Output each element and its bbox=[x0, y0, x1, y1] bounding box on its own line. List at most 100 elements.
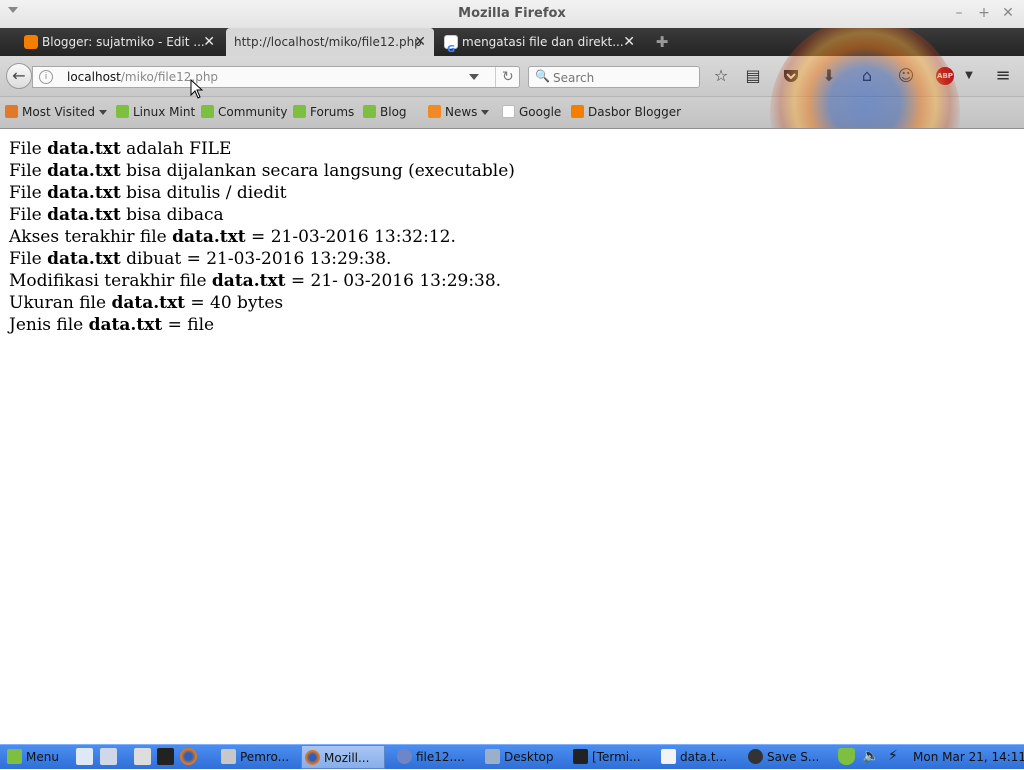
line-suffix: bisa dibaca bbox=[120, 205, 224, 225]
linux-mint-icon bbox=[363, 105, 376, 118]
line-prefix: Ukuran file bbox=[9, 293, 112, 313]
linux-mint-icon bbox=[293, 105, 306, 118]
bookmark-blog[interactable]: Blog bbox=[363, 97, 407, 127]
adblock-plus-icon[interactable]: ABP bbox=[936, 67, 954, 85]
feedback-smiley-icon[interactable]: ☺ bbox=[895, 65, 917, 87]
start-menu-button[interactable]: Menu bbox=[4, 745, 68, 769]
task-data-txt[interactable]: data.t... bbox=[658, 745, 738, 769]
back-button[interactable]: ← bbox=[6, 63, 32, 89]
file-info-line: File data.txt adalah FILE bbox=[9, 138, 1009, 160]
close-tab-icon[interactable]: ✕ bbox=[203, 28, 215, 56]
screenshot-icon bbox=[748, 749, 763, 764]
file-info-line: File data.txt bisa dijalankan secara lan… bbox=[9, 160, 1009, 182]
file-manager-icon[interactable] bbox=[134, 748, 151, 765]
file-info-line: Modifikasi terakhir file data.txt = 21- … bbox=[9, 270, 1009, 292]
reload-icon[interactable]: ↻ bbox=[495, 67, 514, 87]
bookmark-news[interactable]: News bbox=[428, 97, 490, 127]
line-suffix: bisa dijalankan secara langsung (executa… bbox=[120, 161, 515, 181]
task-terminal[interactable]: [Termi... bbox=[570, 745, 650, 769]
line-suffix: = file bbox=[162, 315, 215, 335]
bookmark-dasbor-blogger[interactable]: Dasbor Blogger bbox=[571, 97, 681, 127]
update-manager-shield-icon[interactable] bbox=[838, 748, 855, 765]
bookmark-label: Community bbox=[218, 105, 288, 119]
task-save-screenshot[interactable]: Save S... bbox=[745, 745, 825, 769]
bookmark-label: Most Visited bbox=[22, 105, 96, 119]
adblock-dropdown-icon[interactable]: ▼ bbox=[958, 65, 980, 87]
blogger-icon bbox=[571, 105, 584, 118]
network-icon[interactable]: ⚡ bbox=[888, 748, 905, 765]
system-taskbar: Menu Pemro... Mozill... file12.... Deskt… bbox=[0, 744, 1024, 769]
window-titlebar: Mozilla Firefox – + ✕ bbox=[0, 0, 1024, 29]
search-input[interactable] bbox=[551, 68, 695, 88]
bookmark-linux-mint[interactable]: Linux Mint bbox=[116, 97, 195, 127]
file-info-line: Ukuran file data.txt = 40 bytes bbox=[9, 292, 1009, 314]
task-file12[interactable]: file12.... bbox=[394, 745, 474, 769]
folder-icon bbox=[485, 749, 500, 764]
volume-icon[interactable]: 🔈 bbox=[862, 748, 879, 765]
linux-mint-icon bbox=[7, 749, 22, 764]
minimize-icon[interactable]: – bbox=[952, 6, 966, 20]
home-icon[interactable]: ⌂ bbox=[856, 65, 878, 87]
window-title: Mozilla Firefox bbox=[458, 6, 566, 21]
reading-list-icon[interactable]: ▤ bbox=[742, 65, 764, 87]
bookmark-forums[interactable]: Forums bbox=[293, 97, 354, 127]
close-tab-icon[interactable]: ✕ bbox=[414, 28, 426, 56]
filename: data.txt bbox=[88, 315, 163, 335]
task-pemro[interactable]: Pemro... bbox=[218, 745, 298, 769]
task-label: data.t... bbox=[680, 750, 727, 764]
url-host: localhost bbox=[67, 70, 121, 84]
line-suffix: bisa ditulis / diedit bbox=[120, 183, 287, 203]
google-icon bbox=[502, 105, 515, 118]
task-desktop[interactable]: Desktop bbox=[482, 745, 562, 769]
menu-label: Menu bbox=[26, 750, 59, 764]
search-icon: 🔍 bbox=[535, 69, 550, 83]
hamburger-menu-icon[interactable]: ≡ bbox=[992, 65, 1014, 87]
line-prefix: File bbox=[9, 139, 48, 159]
pocket-icon[interactable] bbox=[780, 65, 802, 87]
filename: data.txt bbox=[47, 205, 121, 225]
site-info-icon[interactable]: i bbox=[39, 70, 53, 84]
linux-mint-icon bbox=[201, 105, 214, 118]
url-bar[interactable]: i localhost/miko/file12.php ↻ bbox=[32, 66, 520, 88]
line-suffix: = 21-03-2016 13:32:12. bbox=[245, 227, 456, 247]
task-mozilla[interactable]: Mozill... bbox=[301, 745, 385, 769]
terminal-launcher-icon[interactable] bbox=[157, 748, 174, 765]
bookmark-label: Dasbor Blogger bbox=[588, 105, 682, 119]
bookmarks-toolbar: Most Visited Linux Mint Community Forums… bbox=[0, 97, 1024, 129]
bookmark-most-visited[interactable]: Most Visited bbox=[5, 97, 108, 127]
bookmark-community[interactable]: Community bbox=[201, 97, 287, 127]
new-tab-icon[interactable]: ✚ bbox=[654, 34, 670, 50]
tab-label: http://localhost/miko/file12.php bbox=[234, 35, 422, 49]
line-prefix: File bbox=[9, 249, 48, 269]
filename: data.txt bbox=[47, 139, 121, 159]
downloads-icon[interactable]: ⬇ bbox=[818, 65, 840, 87]
bookmark-label: Blog bbox=[380, 105, 407, 119]
linux-mint-icon bbox=[116, 105, 129, 118]
tab-localhost-file12[interactable]: http://localhost/miko/file12.php ✕ bbox=[226, 28, 434, 56]
bookmark-star-icon[interactable]: ☆ bbox=[710, 65, 732, 87]
maximize-icon[interactable]: + bbox=[977, 6, 991, 20]
show-desktop-icon[interactable] bbox=[76, 748, 93, 765]
line-prefix: File bbox=[9, 161, 48, 181]
firefox-launcher-icon[interactable] bbox=[180, 748, 197, 765]
text-editor-icon bbox=[661, 749, 676, 764]
tab-mengatasi[interactable]: G mengatasi file dan direkt... ✕ bbox=[438, 28, 643, 56]
url-history-dropdown-icon[interactable] bbox=[469, 74, 479, 80]
bookmark-label: Forums bbox=[310, 105, 355, 119]
file-info-line: Akses terakhir file data.txt = 21-03-201… bbox=[9, 226, 1009, 248]
close-window-icon[interactable]: ✕ bbox=[1001, 6, 1015, 20]
task-label: Mozill... bbox=[324, 751, 370, 765]
blogger-icon bbox=[24, 35, 38, 49]
bookmark-google[interactable]: Google bbox=[502, 97, 561, 127]
line-prefix: Jenis file bbox=[9, 315, 89, 335]
filename: data.txt bbox=[172, 227, 246, 247]
clock[interactable]: Mon Mar 21, 14:11 bbox=[913, 745, 1024, 769]
line-suffix: adalah FILE bbox=[120, 139, 232, 159]
navigation-toolbar: ← i localhost/miko/file12.php ↻ 🔍 ☆ ▤ ⬇ … bbox=[0, 56, 1024, 97]
window-switcher-icon[interactable] bbox=[100, 748, 117, 765]
filename: data.txt bbox=[47, 161, 121, 181]
close-tab-icon[interactable]: ✕ bbox=[623, 28, 635, 56]
php-file-icon bbox=[397, 749, 412, 764]
search-bar[interactable]: 🔍 bbox=[528, 66, 700, 88]
tab-blogger[interactable]: Blogger: sujatmiko - Edit ... ✕ bbox=[18, 28, 223, 56]
